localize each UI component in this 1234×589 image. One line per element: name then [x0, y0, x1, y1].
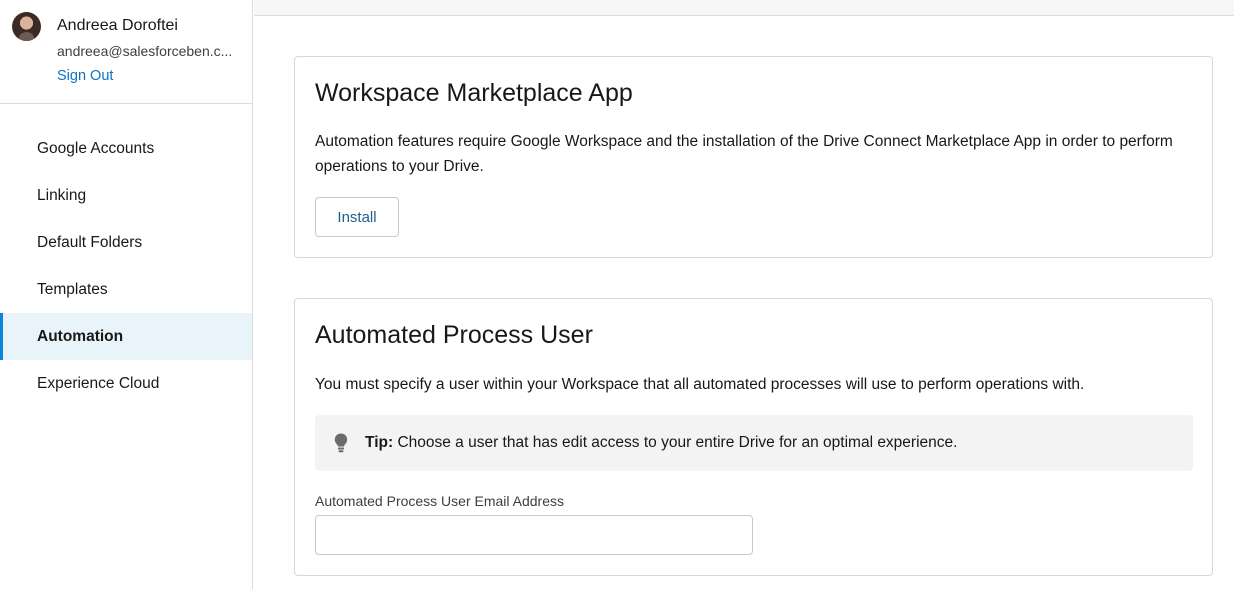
automated-process-user-card: Automated Process User You must specify … — [294, 298, 1213, 576]
avatar — [12, 12, 41, 41]
sidebar-item-automation[interactable]: Automation — [0, 313, 252, 360]
user-name: Andreea Doroftei — [57, 17, 178, 34]
app-root: Andreea Doroftei andreea@salesforceben.c… — [0, 0, 1234, 589]
top-bar — [254, 0, 1234, 16]
process-user-email-input[interactable] — [315, 515, 753, 555]
sidebar-item-experience-cloud[interactable]: Experience Cloud — [0, 360, 252, 407]
automated-process-user-description: You must specify a user within your Work… — [315, 376, 1085, 393]
marketplace-app-title: Workspace Marketplace App — [315, 79, 633, 107]
sidebar: Andreea Doroftei andreea@salesforceben.c… — [0, 0, 253, 589]
marketplace-app-card: Workspace Marketplace App Automation fea… — [294, 56, 1213, 258]
tip-box: Tip: Choose a user that has edit access … — [315, 415, 1193, 471]
user-email: andreea@salesforceben.c... — [57, 43, 233, 59]
email-field-label: Automated Process User Email Address — [315, 493, 564, 509]
sidebar-item-templates[interactable]: Templates — [0, 266, 252, 313]
sidebar-item-google-accounts[interactable]: Google Accounts — [0, 125, 252, 172]
sign-out-link[interactable]: Sign Out — [57, 68, 113, 84]
sidebar-item-default-folders[interactable]: Default Folders — [0, 219, 252, 266]
user-profile: Andreea Doroftei andreea@salesforceben.c… — [0, 0, 252, 104]
settings-nav: Google Accounts Linking Default Folders … — [0, 125, 252, 407]
tip-label: Tip: — [365, 434, 394, 451]
tip-message: Choose a user that has edit access to yo… — [397, 434, 958, 451]
install-button[interactable]: Install — [315, 197, 399, 237]
automated-process-user-title: Automated Process User — [315, 321, 593, 349]
tip-text: Tip: Choose a user that has edit access … — [365, 434, 957, 452]
marketplace-app-description: Automation features require Google Works… — [315, 133, 1173, 175]
lightbulb-icon — [334, 433, 348, 453]
sidebar-item-linking[interactable]: Linking — [0, 172, 252, 219]
